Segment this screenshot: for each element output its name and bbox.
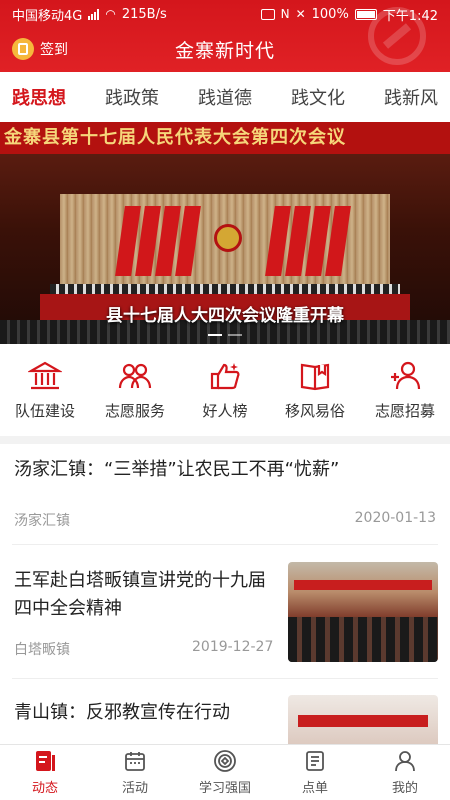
app-header: 中国移动4G ◠ 215B/s N ✕ 100% 下午1:42 签到 金寨新时代 <box>0 0 450 72</box>
tab-thought[interactable]: 践思想 <box>12 84 66 110</box>
tab-culture[interactable]: 践文化 <box>291 84 345 110</box>
news-source: 汤家汇镇 <box>14 513 70 529</box>
battery-text: 100% <box>311 6 349 22</box>
hd-icon <box>260 8 275 20</box>
status-bar: 中国移动4G ◠ 215B/s N ✕ 100% 下午1:42 <box>0 0 450 28</box>
nav-label: 学习强国 <box>198 781 251 796</box>
nav-label: 活动 <box>121 781 148 796</box>
thumbs-up-icon <box>210 362 240 389</box>
signal-icon <box>88 8 100 20</box>
order-list-icon <box>306 751 324 771</box>
quick-entry-grid: 队伍建设 志愿服务 好人榜 移风易俗 志愿招募 <box>0 344 450 436</box>
quick-entry-label: 队伍建设 <box>14 401 75 420</box>
app-bar: 签到 金寨新时代 <box>0 30 450 68</box>
tab-new-custom[interactable]: 践新风 <box>384 84 438 110</box>
news-date: 2020-01-13 <box>354 510 436 526</box>
quick-entry-label: 移风易俗 <box>284 401 345 420</box>
quick-entry-team-building[interactable]: 队伍建设 <box>0 344 90 436</box>
wifi-icon: ◠ <box>105 7 116 21</box>
network-speed-text: 215B/s <box>121 6 167 22</box>
nfc-icon: N <box>280 7 290 21</box>
banner-slogan: 金寨县第十七届人民代表大会第四次会议 <box>0 122 450 154</box>
news-item[interactable]: 汤家汇镇：“三举措”让农民工不再“忧薪” 汤家汇镇 2020-01-13 <box>0 444 450 544</box>
news-title: 汤家汇镇：“三举措”让农民工不再“忧薪” <box>14 459 340 480</box>
mute-icon: ✕ <box>295 7 306 21</box>
tab-policy[interactable]: 践政策 <box>105 84 159 110</box>
nav-label: 动态 <box>31 781 58 796</box>
news-title: 青山镇：反邪教宣传在行动 <box>14 702 230 723</box>
calendar-icon <box>125 752 145 771</box>
checkin-label: 签到 <box>40 42 68 58</box>
quick-entry-volunteer-service[interactable]: 志愿服务 <box>90 344 180 436</box>
user-icon <box>395 751 415 772</box>
news-thumbnail <box>288 562 438 662</box>
quick-entry-good-people[interactable]: 好人榜 <box>180 344 270 436</box>
banner-caption: 县十七届人大四次会议隆重开幕 <box>106 306 344 326</box>
banner-carousel[interactable]: 金寨县第十七届人民代表大会第四次会议 县十七届人大四次会议隆重开幕 <box>0 122 450 344</box>
news-thumbnail <box>288 695 438 744</box>
battery-icon <box>354 8 377 20</box>
tab-morality[interactable]: 践道德 <box>198 84 252 110</box>
institution-icon <box>28 361 62 389</box>
nav-profile[interactable]: 我的 <box>360 745 450 800</box>
news-item[interactable]: 王军赴白塔畈镇宣讲党的十九届四中全会精神 白塔畈镇 2019-12-27 <box>0 545 450 677</box>
quick-entry-volunteer-recruit[interactable]: 志愿招募 <box>360 344 450 436</box>
category-tabs: 践思想 践政策 践道德 践文化 践新风 <box>0 72 450 122</box>
quick-entry-custom-reform[interactable]: 移风易俗 <box>270 344 360 436</box>
book-icon <box>300 363 330 390</box>
carousel-indicator <box>0 334 450 336</box>
news-title: 王军赴白塔畈镇宣讲党的十九届四中全会精神 <box>14 570 266 619</box>
bottom-navigation: 动态 活动 学习强国 点单 我的 <box>0 744 450 800</box>
nav-label: 点单 <box>301 781 328 796</box>
checkin-button[interactable]: 签到 <box>12 38 68 60</box>
add-user-icon <box>391 361 421 389</box>
quick-entry-label: 志愿招募 <box>374 401 435 420</box>
news-source: 白塔畈镇 <box>14 642 70 658</box>
clock-text: 下午1:42 <box>382 8 438 24</box>
news-date: 2019-12-27 <box>192 639 274 655</box>
volunteer-group-icon <box>118 363 152 388</box>
nav-activities[interactable]: 活动 <box>90 745 180 800</box>
quick-entry-label: 好人榜 <box>202 401 248 420</box>
calendar-check-icon <box>12 38 34 60</box>
nav-study[interactable]: 学习强国 <box>180 745 270 800</box>
nav-order[interactable]: 点单 <box>270 745 360 800</box>
study-strong-nation-icon <box>214 750 236 772</box>
news-item[interactable]: 青山镇：反邪教宣传在行动 <box>0 679 450 744</box>
carrier-text: 中国移动4G <box>12 8 83 24</box>
nav-dynamics[interactable]: 动态 <box>0 745 90 800</box>
section-divider <box>0 436 450 444</box>
nav-label: 我的 <box>391 781 418 796</box>
national-emblem-icon <box>214 224 242 252</box>
news-feed-icon <box>36 751 55 771</box>
quick-entry-label: 志愿服务 <box>104 401 165 420</box>
